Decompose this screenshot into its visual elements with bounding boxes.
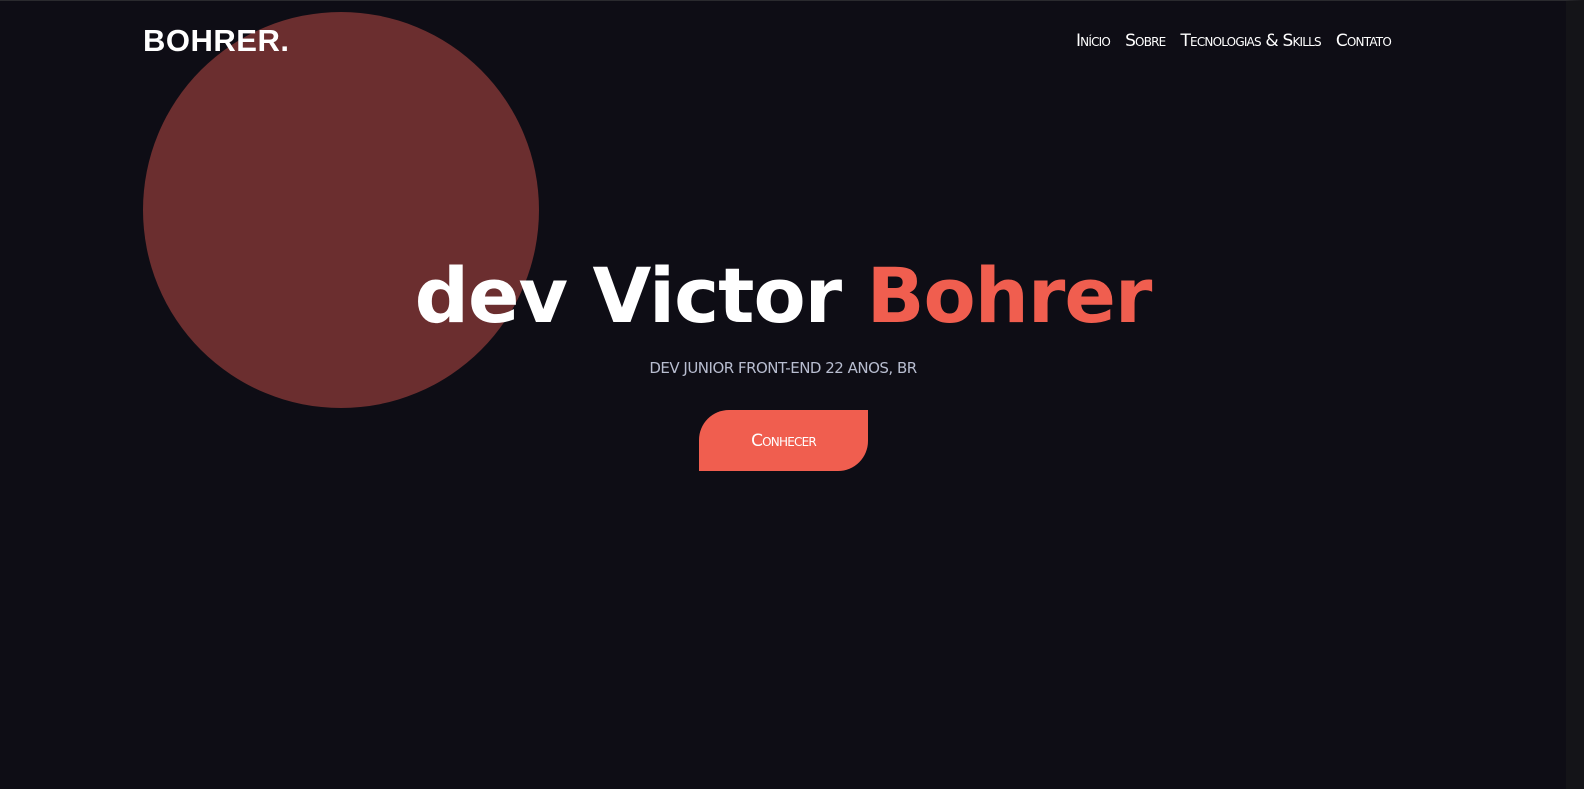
hero-title: dev Victor Bohrer [0,251,1566,340]
decorative-circle [143,12,539,408]
main-nav: Início Sobre Tecnologias & Skills Contat… [1076,31,1392,51]
page: BOHRER. Início Sobre Tecnologias & Skill… [0,0,1584,789]
hero-subtitle: DEV JUNIOR FRONT-END 22 ANOS, BR [649,359,917,377]
site-logo[interactable]: BOHRER. [143,23,289,59]
nav-item-tecnologias-skills[interactable]: Tecnologias & Skills [1180,31,1321,51]
hero-title-accent: Bohrer [866,251,1153,340]
nav-item-contato[interactable]: Contato [1336,31,1392,51]
conhecer-button[interactable]: Conhecer [699,410,868,471]
hero-title-main: dev Victor [414,251,867,340]
nav-item-sobre[interactable]: Sobre [1125,31,1166,51]
nav-item-inicio[interactable]: Início [1076,31,1111,51]
